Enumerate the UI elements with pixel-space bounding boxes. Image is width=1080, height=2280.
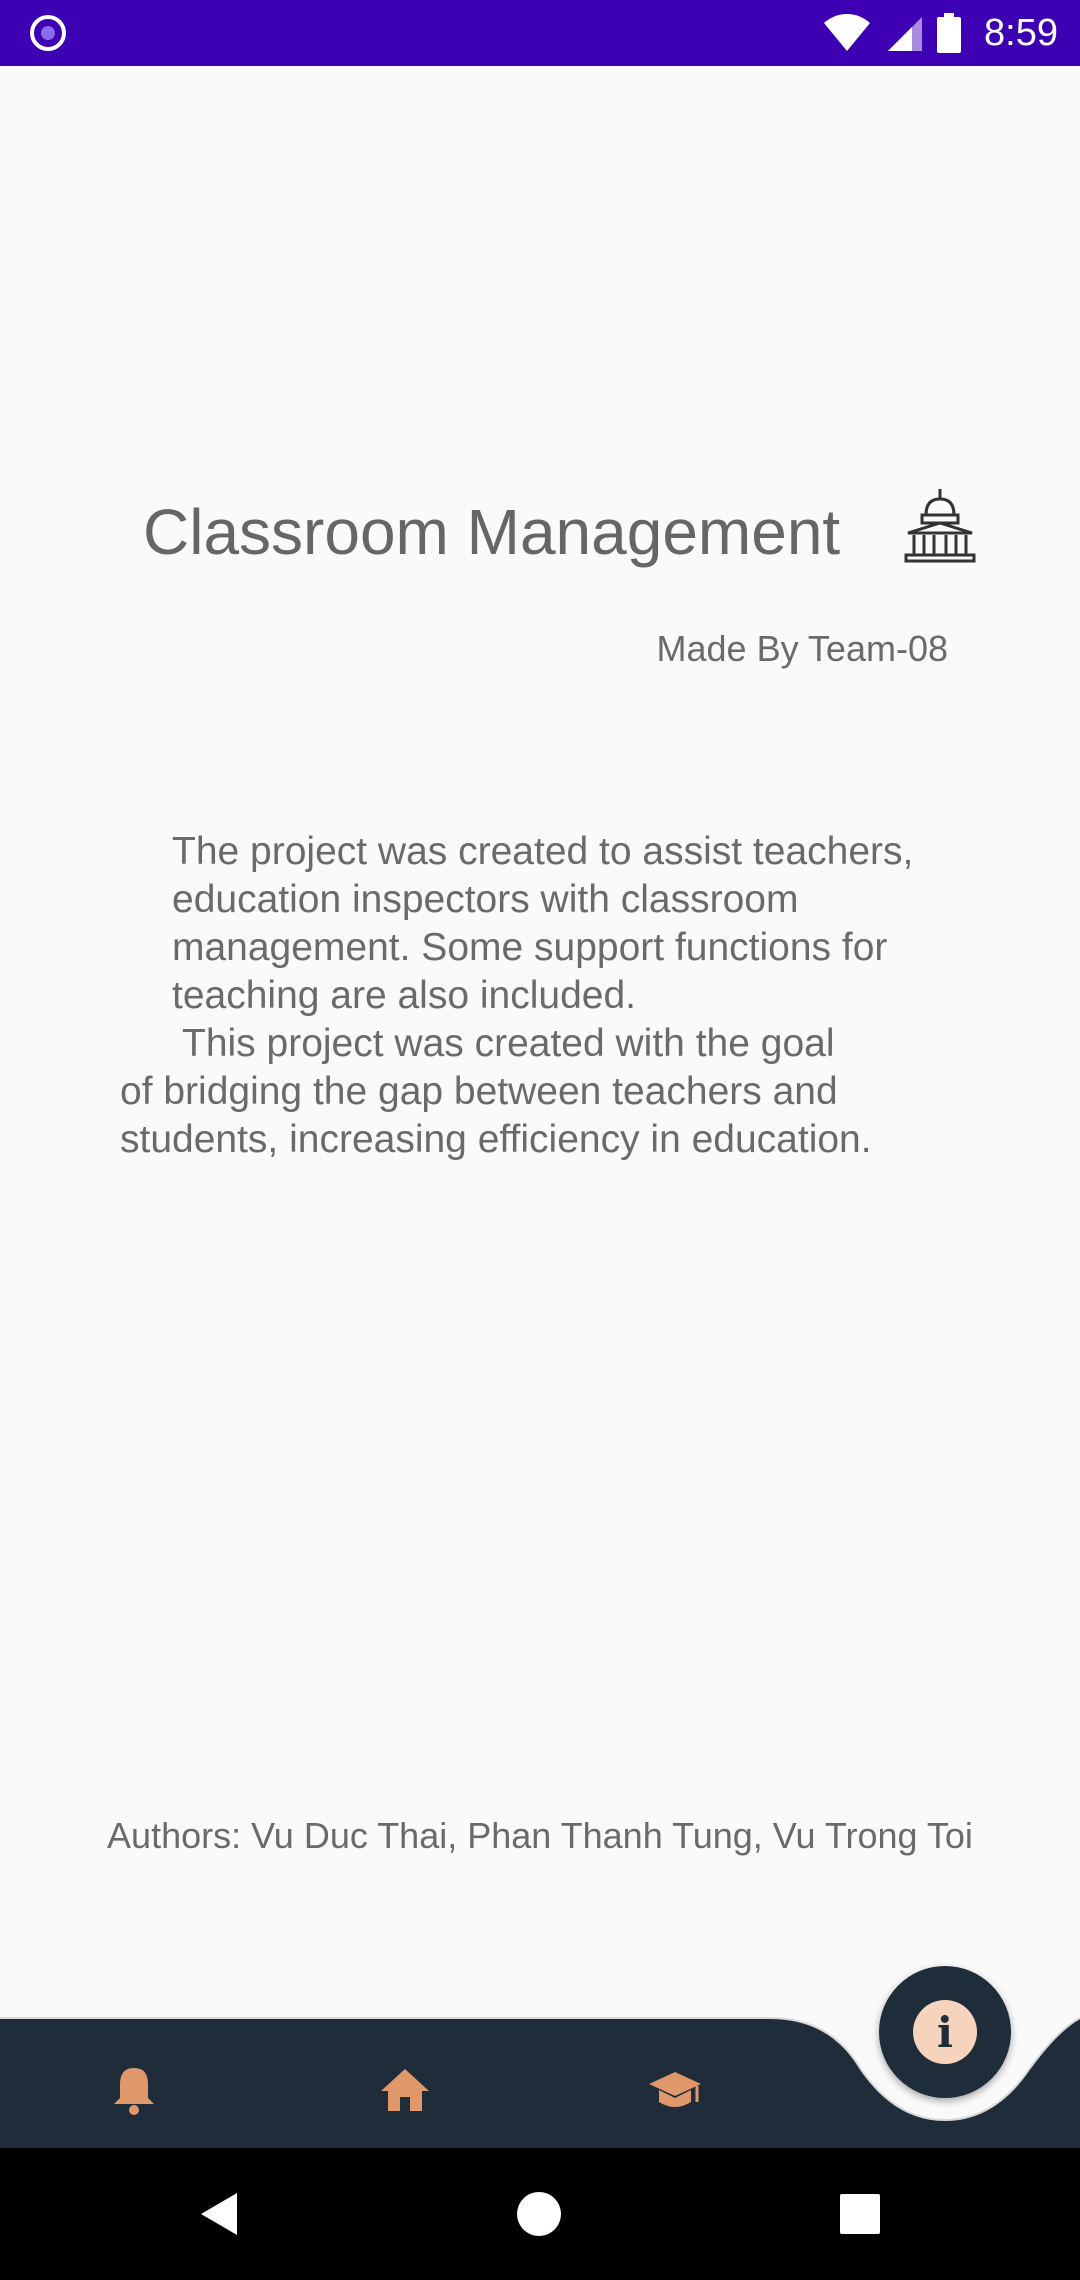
info-icon: i — [913, 2000, 977, 2064]
nav-item-notifications[interactable] — [94, 2050, 174, 2130]
back-icon — [201, 2193, 237, 2235]
wifi-icon — [824, 14, 871, 51]
status-time: 8:59 — [984, 11, 1058, 54]
home-system-button[interactable] — [501, 2176, 577, 2252]
bell-icon — [114, 2068, 154, 2115]
description-paragraph-2-rest: of bridging the gap between teachers and… — [120, 1070, 872, 1161]
description-paragraph-2-first-line: This project was created with the goal — [182, 1022, 835, 1065]
authors: Authors: Vu Duc Thai, Phan Thanh Tung, V… — [107, 1815, 973, 1856]
recents-icon — [840, 2194, 880, 2234]
home-circle-icon — [517, 2192, 561, 2236]
info-button[interactable]: i — [879, 1966, 1011, 2098]
subtitle: Made By Team-08 — [656, 628, 948, 669]
nav-item-courses[interactable] — [635, 2050, 715, 2130]
signal-icon — [888, 17, 923, 51]
status-bar: 8:59 — [0, 0, 1080, 66]
system-navigation-bar — [0, 2148, 1080, 2280]
battery-icon — [937, 13, 962, 53]
building-icon — [904, 489, 976, 563]
graduation-cap-icon — [649, 2072, 701, 2107]
nav-item-home[interactable] — [365, 2050, 445, 2130]
app-notification-icon — [30, 15, 66, 51]
home-icon — [381, 2069, 429, 2111]
back-button[interactable] — [182, 2176, 258, 2252]
description: The project was created to assist teache… — [120, 828, 980, 1164]
description-paragraph-1: The project was created to assist teache… — [172, 830, 914, 1017]
page-title: Classroom Management — [143, 496, 841, 568]
recents-button[interactable] — [822, 2176, 898, 2252]
title-row: Classroom Management — [0, 485, 1080, 585]
status-icons: 8:59 — [822, 0, 1058, 66]
